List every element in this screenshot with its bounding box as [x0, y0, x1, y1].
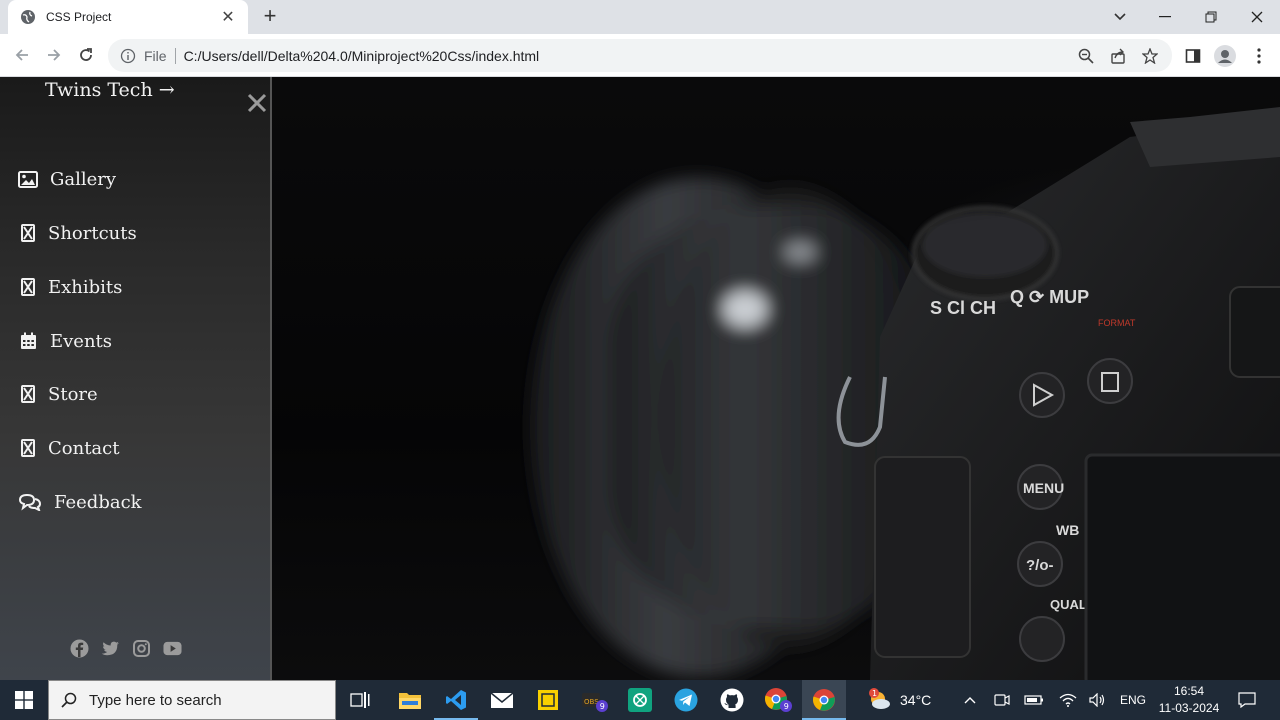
tab-search-chevron-icon[interactable]: [1108, 5, 1132, 29]
wifi-icon[interactable]: [1056, 680, 1080, 720]
facebook-icon[interactable]: [70, 639, 89, 658]
clock-date: 11-03-2024: [1158, 701, 1220, 715]
reload-icon[interactable]: [74, 43, 98, 67]
file-explorer-icon[interactable]: [388, 680, 432, 720]
windows-start-icon[interactable]: [0, 680, 48, 720]
web-page: S Cl CH Q ⟳ MUP MENU WB ?/o- QUAL FORMAT: [0, 77, 1280, 680]
language-text: ENG: [1119, 693, 1146, 707]
globe-icon: [21, 10, 35, 24]
side-panel-icon[interactable]: [1182, 45, 1204, 67]
zoom-icon[interactable]: [1076, 46, 1096, 66]
browser-tab-strip: CSS Project ✕ +: [0, 0, 1280, 34]
meet-now-icon[interactable]: [990, 680, 1014, 720]
close-sidebar-icon[interactable]: [246, 92, 268, 114]
menu-item-gallery[interactable]: Gallery: [18, 164, 116, 194]
twitter-icon[interactable]: [101, 639, 120, 658]
hourglass-icon: [18, 438, 38, 458]
obs-app-icon[interactable]: OBS 9: [572, 680, 616, 720]
hourglass-icon: [18, 223, 38, 243]
restore-button[interactable]: [1188, 0, 1234, 34]
svg-text:QUAL: QUAL: [1050, 597, 1087, 612]
hourglass-icon: [18, 384, 38, 404]
language-indicator[interactable]: ENG: [1116, 680, 1150, 720]
svg-text:S Cl CH: S Cl CH: [930, 298, 996, 318]
clock-time: 16:54: [1173, 684, 1205, 698]
url-text[interactable]: C:/Users/dell/Delta%204.0/Miniproject%20…: [184, 48, 1064, 64]
menu-label-gallery: Gallery: [50, 168, 117, 190]
menu-label-contact: Contact: [48, 437, 120, 459]
tab-title: CSS Project: [46, 10, 112, 24]
chrome-icon[interactable]: [802, 680, 846, 720]
close-tab-icon[interactable]: ✕: [220, 7, 236, 27]
svg-text:Q ⟳ MUP: Q ⟳ MUP: [1010, 287, 1089, 307]
weather-widget[interactable]: 1 34°C: [866, 680, 946, 720]
menu-item-events[interactable]: Events: [18, 326, 112, 356]
hourglass-icon: [18, 277, 38, 297]
menu-item-store[interactable]: Store: [18, 379, 98, 409]
address-bar[interactable]: File C:/Users/dell/Delta%204.0/Miniproje…: [108, 39, 1172, 72]
windows-taskbar: Type here to search OBS 9 9 1 34°C ENG 1…: [0, 680, 1280, 720]
calendar-icon: [18, 331, 38, 351]
share-icon[interactable]: [1108, 46, 1128, 66]
task-view-icon[interactable]: [340, 680, 380, 720]
image-icon: [18, 169, 38, 189]
kebab-menu-icon[interactable]: [1248, 45, 1270, 67]
chrome-badge: 9: [784, 702, 789, 711]
profile-avatar-icon[interactable]: [1214, 45, 1236, 67]
volume-icon[interactable]: [1086, 680, 1110, 720]
weather-temp: 34°C: [900, 692, 932, 708]
mail-icon[interactable]: [480, 680, 524, 720]
menu-label-shortcuts: Shortcuts: [48, 222, 137, 244]
social-links: [70, 639, 182, 658]
close-window-button[interactable]: [1234, 0, 1280, 34]
menu-item-exhibits[interactable]: Exhibits: [18, 272, 122, 302]
weather-badge: 1: [872, 689, 877, 698]
comments-icon: [18, 492, 42, 512]
svg-text:FORMAT: FORMAT: [1098, 318, 1136, 328]
chevron-up-icon[interactable]: [958, 680, 982, 720]
github-icon[interactable]: [710, 680, 754, 720]
browser-tab[interactable]: CSS Project ✕: [8, 0, 248, 34]
sidebar-nav: Twins Tech → Gallery Shortcuts Exhibits: [0, 77, 272, 680]
svg-text:MENU: MENU: [1023, 480, 1064, 496]
taskbar-search-box[interactable]: Type here to search: [48, 680, 336, 720]
back-arrow-icon[interactable]: [10, 43, 34, 67]
menu-item-shortcuts[interactable]: Shortcuts: [18, 218, 137, 248]
instagram-icon[interactable]: [132, 639, 151, 658]
menu-label-events: Events: [50, 330, 113, 352]
menu-label-feedback: Feedback: [54, 491, 142, 513]
new-tab-button[interactable]: +: [258, 4, 282, 28]
menu-item-feedback[interactable]: Feedback: [18, 487, 142, 517]
obs-badge: 9: [600, 702, 605, 711]
menu-item-contact[interactable]: Contact: [18, 433, 119, 463]
svg-text:WB: WB: [1056, 522, 1079, 538]
svg-text:?/o-: ?/o-: [1026, 557, 1054, 574]
minimize-button[interactable]: [1142, 0, 1188, 34]
chrome-profile-icon[interactable]: 9: [756, 680, 800, 720]
url-scheme-label: File: [144, 47, 176, 64]
sticky-notes-icon[interactable]: [526, 680, 570, 720]
brand-title[interactable]: Twins Tech →: [45, 79, 175, 101]
forward-arrow-icon[interactable]: [42, 43, 66, 67]
menu-label-exhibits: Exhibits: [48, 276, 123, 298]
browser-toolbar: File C:/Users/dell/Delta%204.0/Miniproje…: [0, 34, 1280, 77]
menu-label-store: Store: [48, 383, 98, 405]
search-placeholder: Type here to search: [89, 691, 222, 709]
bookmark-star-icon[interactable]: [1140, 46, 1160, 66]
vscode-icon[interactable]: [434, 680, 478, 720]
info-icon[interactable]: [120, 48, 136, 64]
telegram-icon[interactable]: [664, 680, 708, 720]
battery-icon[interactable]: [1022, 680, 1046, 720]
weather-cloud-icon: 1: [869, 688, 890, 709]
youtube-icon[interactable]: [163, 639, 182, 658]
search-icon: [61, 692, 77, 708]
taskbar-clock[interactable]: 16:54 11-03-2024: [1150, 683, 1228, 717]
chatgpt-icon[interactable]: [618, 680, 662, 720]
notification-center-icon[interactable]: [1232, 680, 1262, 720]
